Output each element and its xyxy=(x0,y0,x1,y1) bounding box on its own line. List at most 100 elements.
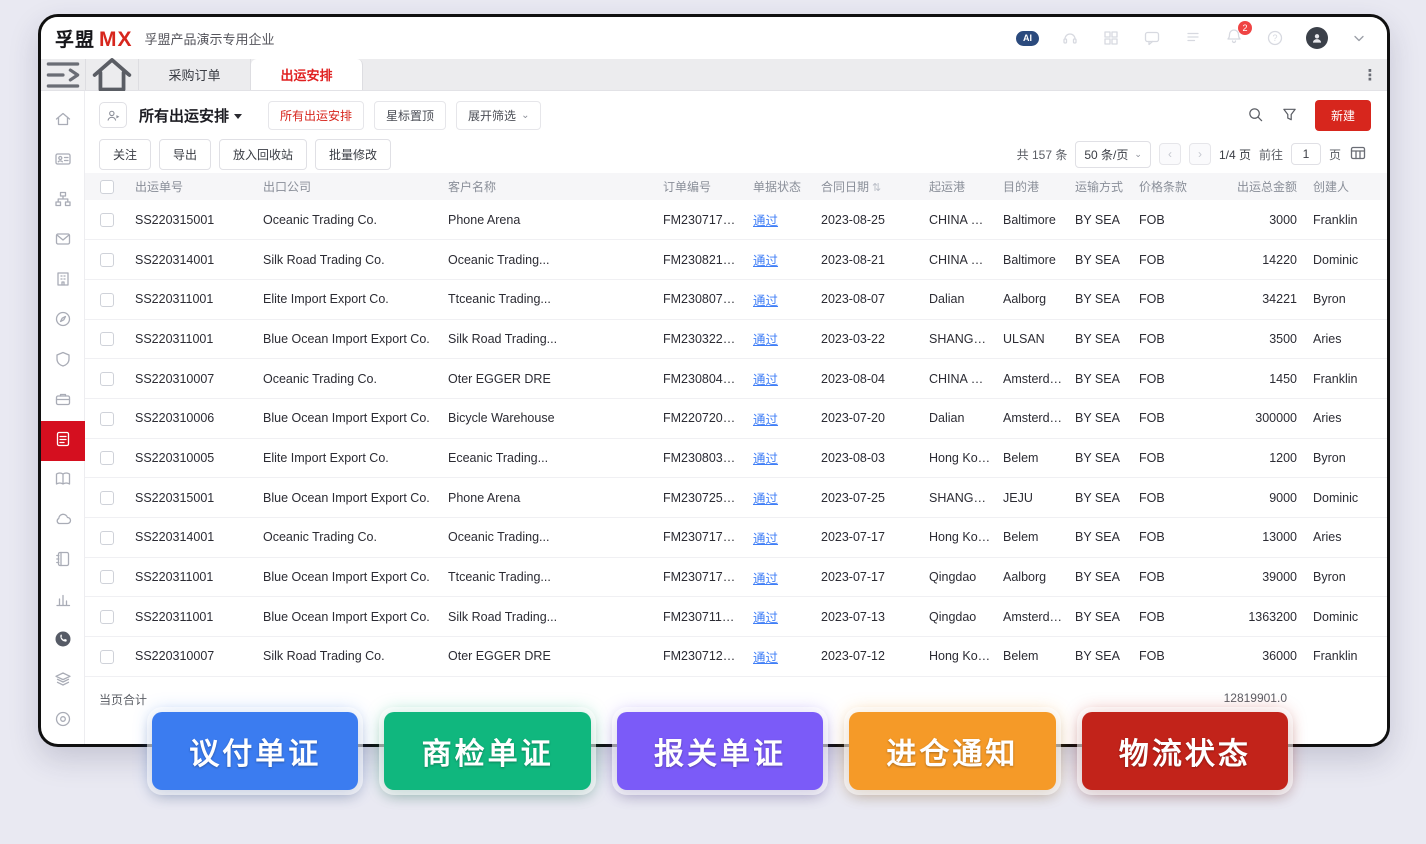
row-checkbox[interactable] xyxy=(100,610,114,625)
chip-starred[interactable]: 星标置顶 xyxy=(374,100,447,130)
sidebar-item-id-card[interactable] xyxy=(41,141,85,181)
flow-button[interactable]: 进仓通知 xyxy=(849,712,1056,790)
view-selector[interactable]: 所有出运安排 xyxy=(139,105,243,126)
sidebar-item-home[interactable] xyxy=(41,101,85,141)
sidebar-item-phone[interactable] xyxy=(41,621,85,661)
row-checkbox[interactable] xyxy=(100,292,114,307)
new-button[interactable]: 新建 xyxy=(1314,99,1371,131)
tab-home[interactable] xyxy=(85,57,139,91)
flow-button[interactable]: 报关单证 xyxy=(616,712,824,790)
column-settings-icon[interactable] xyxy=(1349,144,1371,164)
table-row[interactable]: SS220314001 Oceanic Trading Co. Oceanic Tr… xyxy=(85,517,1387,558)
sidebar-item-building[interactable] xyxy=(41,261,85,301)
flow-button[interactable]: 议付单证 xyxy=(152,712,359,790)
apps-grid-icon[interactable] xyxy=(1101,28,1121,48)
table-row[interactable]: SS220311001 Elite Import Export Co. Ttcean… xyxy=(85,279,1387,320)
status-link[interactable]: 通过 xyxy=(753,333,778,347)
status-link[interactable]: 通过 xyxy=(753,452,778,466)
tab-shipping-arrangement[interactable]: 出运安排 xyxy=(251,59,363,90)
owner-filter-button[interactable] xyxy=(99,102,127,128)
row-checkbox[interactable] xyxy=(100,212,114,227)
filter-funnel-icon[interactable] xyxy=(1281,106,1299,124)
flow-button[interactable]: 物流状态 xyxy=(1081,712,1289,790)
cell-exporter: Blue Ocean Import Export Co. xyxy=(257,319,442,360)
follow-button[interactable]: 关注 xyxy=(99,138,152,170)
sidebar-item-shield-home[interactable] xyxy=(41,341,85,381)
bell-icon[interactable]: 2 xyxy=(1224,21,1252,48)
sidebar-item-compass[interactable] xyxy=(41,301,85,341)
total-count: 共 157 条 xyxy=(1016,147,1068,162)
table-row[interactable]: SS220310005 Elite Import Export Co. Eceani… xyxy=(85,438,1387,479)
recycle-bin-button[interactable]: 放入回收站 xyxy=(219,138,308,170)
table-row[interactable]: SS220310007 Silk Road Trading Co. Oter EGG… xyxy=(85,636,1387,677)
tab-purchase-orders[interactable]: 采购订单 xyxy=(139,59,251,90)
message-icon[interactable] xyxy=(1142,28,1162,48)
cell-transport: BY SEA xyxy=(1069,398,1133,439)
announcement-icon[interactable] xyxy=(1183,28,1203,48)
sidebar-item-org-chart[interactable] xyxy=(41,181,85,221)
sidebar-item-target[interactable] xyxy=(41,701,85,741)
table-row[interactable]: SS220315001 Oceanic Trading Co. Phone Aren… xyxy=(85,200,1387,241)
table-row[interactable]: SS220310006 Blue Ocean Import Export Co. B… xyxy=(85,398,1387,439)
cell-creator: Aries xyxy=(1307,319,1387,360)
sidebar-item-cloud[interactable] xyxy=(41,501,85,541)
row-checkbox[interactable] xyxy=(100,570,114,585)
row-checkbox[interactable] xyxy=(100,252,114,267)
chevron-down-icon[interactable] xyxy=(1349,28,1369,48)
sidebar-item-document[interactable] xyxy=(41,421,85,461)
sort-icon[interactable]: ⇅ xyxy=(872,182,881,194)
notification-badge: 2 xyxy=(1238,21,1252,35)
row-checkbox[interactable] xyxy=(100,530,114,545)
row-checkbox[interactable] xyxy=(100,371,114,386)
goto-page-input[interactable] xyxy=(1290,143,1321,165)
avatar[interactable] xyxy=(1306,27,1328,49)
help-icon[interactable]: ? xyxy=(1265,28,1285,48)
status-link[interactable]: 通过 xyxy=(753,254,778,268)
row-checkbox[interactable] xyxy=(100,332,114,347)
phone-icon xyxy=(54,630,72,653)
sidebar-item-mail[interactable] xyxy=(41,221,85,261)
sidebar-item-bar-chart[interactable] xyxy=(41,581,85,621)
status-link[interactable]: 通过 xyxy=(753,611,778,625)
table-row[interactable]: SS220310007 Oceanic Trading Co. Oter EGGER… xyxy=(85,358,1387,399)
page-size-select[interactable]: 50 条/页 ⌄ xyxy=(1075,140,1151,168)
status-link[interactable]: 通过 xyxy=(753,294,778,308)
next-page-button[interactable]: › xyxy=(1188,143,1211,165)
table-row[interactable]: SS220314001 Silk Road Trading Co. Oceanic … xyxy=(85,239,1387,280)
table-row[interactable]: SS220311001 Blue Ocean Import Export Co. S… xyxy=(85,319,1387,360)
status-link[interactable]: 通过 xyxy=(753,413,778,427)
row-checkbox[interactable] xyxy=(100,411,114,426)
flow-button[interactable]: 商检单证 xyxy=(384,712,591,790)
table-row[interactable]: SS220315001 Blue Ocean Import Export Co. P… xyxy=(85,477,1387,518)
tab-more-icon[interactable]: ⋮ xyxy=(1353,59,1387,90)
cell-amount: 9000 xyxy=(1207,477,1307,518)
sidebar-item-book[interactable] xyxy=(41,461,85,501)
cell-exporter: Blue Ocean Import Export Co. xyxy=(257,398,442,439)
status-link[interactable]: 通过 xyxy=(753,651,778,665)
headset-icon[interactable] xyxy=(1060,28,1080,48)
cell-amount: 34221 xyxy=(1207,279,1307,320)
table-body: SS220315001 Oceanic Trading Co. Phone Aren… xyxy=(85,200,1387,677)
collapse-menu-icon[interactable] xyxy=(41,59,85,90)
status-link[interactable]: 通过 xyxy=(753,532,778,546)
table-row[interactable]: SS220311001 Blue Ocean Import Export Co. S… xyxy=(85,596,1387,638)
export-button[interactable]: 导出 xyxy=(159,138,212,170)
chip-expand-filters[interactable]: 展开筛选 ⌄ xyxy=(456,100,542,130)
status-link[interactable]: 通过 xyxy=(753,214,778,228)
chip-all-shipments[interactable]: 所有出运安排 xyxy=(268,100,365,130)
sidebar-item-notebook[interactable] xyxy=(41,541,85,581)
sidebar-item-stack[interactable] xyxy=(41,661,85,701)
search-icon[interactable] xyxy=(1247,106,1265,124)
batch-edit-button[interactable]: 批量修改 xyxy=(315,138,392,170)
row-checkbox[interactable] xyxy=(100,491,114,505)
status-link[interactable]: 通过 xyxy=(753,492,778,506)
select-all-checkbox[interactable] xyxy=(100,179,114,194)
prev-page-button[interactable]: ‹ xyxy=(1158,143,1181,165)
sidebar-item-briefcase[interactable] xyxy=(41,381,85,421)
table-row[interactable]: SS220311001 Blue Ocean Import Export Co. T… xyxy=(85,557,1387,598)
row-checkbox[interactable] xyxy=(100,451,114,466)
row-checkbox[interactable] xyxy=(100,649,114,664)
status-link[interactable]: 通过 xyxy=(753,373,778,387)
status-link[interactable]: 通过 xyxy=(753,572,778,586)
ai-assistant-button[interactable]: AI xyxy=(1016,30,1039,46)
